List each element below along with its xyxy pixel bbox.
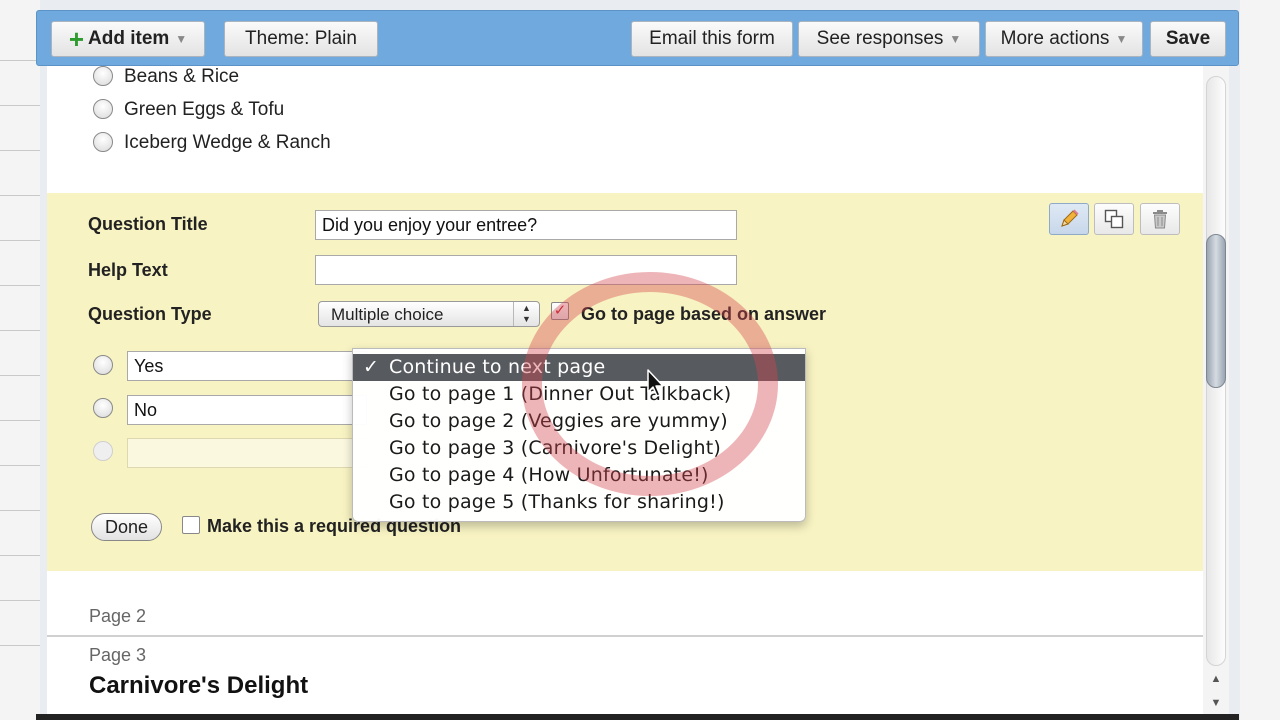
delete-button[interactable] [1140,203,1180,235]
more-actions-button[interactable]: More actions ▼ [985,21,1143,57]
email-form-label: Email this form [649,28,775,49]
left-page-edge [0,0,40,720]
add-item-label: Add item [88,28,170,49]
option-label: Iceberg Wedge & Ranch [124,132,331,153]
vertical-scrollbar[interactable]: ▲ ▼ [1203,66,1229,716]
question-title-input[interactable]: Did you enjoy your entree? [315,210,737,240]
scroll-up-arrow-icon[interactable]: ▲ [1209,672,1223,686]
checkmark-icon: ✓ [363,356,380,378]
menu-item-label: Go to page 3 (Carnivore's Delight) [389,437,721,459]
see-responses-button[interactable]: See responses ▼ [798,21,980,57]
done-button[interactable]: Done [91,513,163,541]
choice-radio [93,355,113,375]
menu-item-label: Go to page 2 (Veggies are yummy) [389,410,728,432]
question-title-label: Question Title [88,214,208,234]
page-3-title: Carnivore's Delight [89,672,309,699]
page-divider [47,635,1203,637]
help-text-label: Help Text [88,260,168,280]
question-type-select[interactable]: Multiple choice ▲ ▼ [318,301,540,327]
go-to-page-label: Go to page based on answer [581,304,827,324]
question-type-label: Question Type [88,304,212,324]
radio-option[interactable] [93,99,113,119]
page-navigation-menu: ✓ Continue to next page Go to page 1 (Di… [352,348,806,522]
duplicate-icon [1104,209,1124,229]
new-choice-input[interactable] [127,438,367,468]
menu-item-label: Go to page 4 (How Unfortunate!) [389,464,709,486]
chevron-down-icon: ▼ [175,32,188,46]
menu-item-page-3[interactable]: Go to page 3 (Carnivore's Delight) [353,435,805,462]
radio-option[interactable] [93,132,113,152]
menu-item-label: Continue to next page [389,356,606,378]
page-3-label: Page 3 [89,645,147,665]
scroll-down-arrow-icon[interactable]: ▼ [1209,696,1223,710]
go-to-page-checkbox[interactable]: ✓ [551,302,569,320]
menu-item-continue[interactable]: ✓ Continue to next page [353,354,805,381]
scroll-thumb[interactable] [1206,234,1226,388]
edit-button[interactable] [1049,203,1089,235]
choice-radio [93,398,113,418]
question-type-value: Multiple choice [331,305,444,324]
mouse-cursor-icon [647,369,664,397]
form-toolbar: + Add item ▼ Theme: Plain Email this for… [36,10,1239,66]
required-checkbox[interactable] [182,516,200,534]
window-bottom-edge [36,714,1239,720]
save-button[interactable]: Save [1150,21,1226,57]
menu-item-label: Go to page 1 (Dinner Out Talkback) [389,383,732,405]
menu-item-page-4[interactable]: Go to page 4 (How Unfortunate!) [353,462,805,489]
plus-icon: + [68,24,84,54]
theme-label: Theme: Plain [245,28,357,49]
menu-item-label: Go to page 5 (Thanks for sharing!) [389,491,725,513]
stepper-arrows-icon: ▲ ▼ [513,302,539,326]
menu-item-page-5[interactable]: Go to page 5 (Thanks for sharing!) [353,489,805,516]
theme-button[interactable]: Theme: Plain [224,21,378,57]
radio-option[interactable] [93,66,113,86]
email-form-button[interactable]: Email this form [631,21,793,57]
choice-input[interactable]: No [127,395,367,425]
add-item-button[interactable]: + Add item ▼ [51,21,205,57]
duplicate-button[interactable] [1094,203,1134,235]
chevron-down-icon: ▼ [949,32,962,46]
option-label: Beans & Rice [124,66,240,87]
pencil-icon [1061,209,1079,227]
help-text-input[interactable] [315,255,737,285]
more-actions-label: More actions [1000,28,1110,49]
right-page-edge [1240,0,1280,720]
menu-item-page-2[interactable]: Go to page 2 (Veggies are yummy) [353,408,805,435]
see-responses-label: See responses [816,28,944,49]
trash-icon [1153,210,1167,229]
menu-item-page-1[interactable]: Go to page 1 (Dinner Out Talkback) [353,381,805,408]
save-label: Save [1165,28,1211,49]
chevron-down-icon: ▼ [1115,32,1128,46]
choice-input[interactable]: Yes [127,351,367,381]
option-label: Green Eggs & Tofu [124,99,285,120]
new-choice-radio [93,441,113,461]
page-2-label: Page 2 [89,606,147,626]
